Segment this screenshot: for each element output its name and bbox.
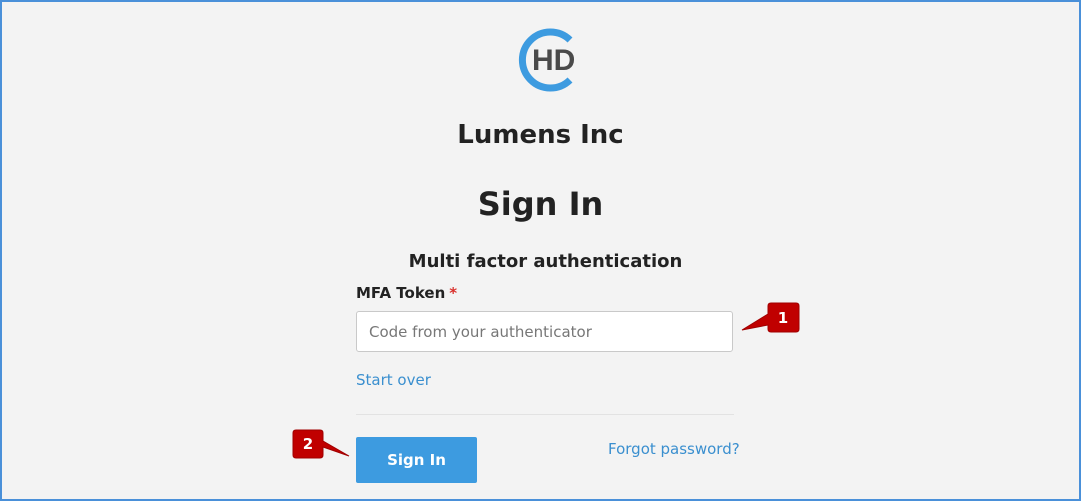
page-subtitle: Multi factor authentication: [408, 251, 683, 272]
logo-text: HD: [532, 44, 575, 77]
sign-in-button[interactable]: Sign In: [356, 437, 477, 483]
page-title: Sign In: [477, 185, 604, 223]
app-window: HD Lumens Inc Sign In Multi factor authe…: [0, 0, 1081, 501]
mfa-token-input[interactable]: [356, 311, 733, 352]
mfa-token-label-text: MFA Token: [356, 284, 446, 302]
annotation-number-2: 2: [303, 435, 313, 453]
start-over-link[interactable]: Start over: [356, 371, 431, 389]
forgot-password-link[interactable]: Forgot password?: [608, 440, 740, 458]
annotation-marker-1: 1: [741, 302, 800, 333]
company-logo: HD: [518, 28, 575, 92]
annotation-marker-2: 2: [292, 429, 350, 459]
company-name: Lumens Inc: [457, 120, 624, 150]
form-divider: [356, 414, 734, 415]
annotation-number-1: 1: [778, 309, 788, 327]
required-marker: *: [449, 284, 458, 302]
mfa-token-label: MFA Token *: [356, 284, 457, 302]
